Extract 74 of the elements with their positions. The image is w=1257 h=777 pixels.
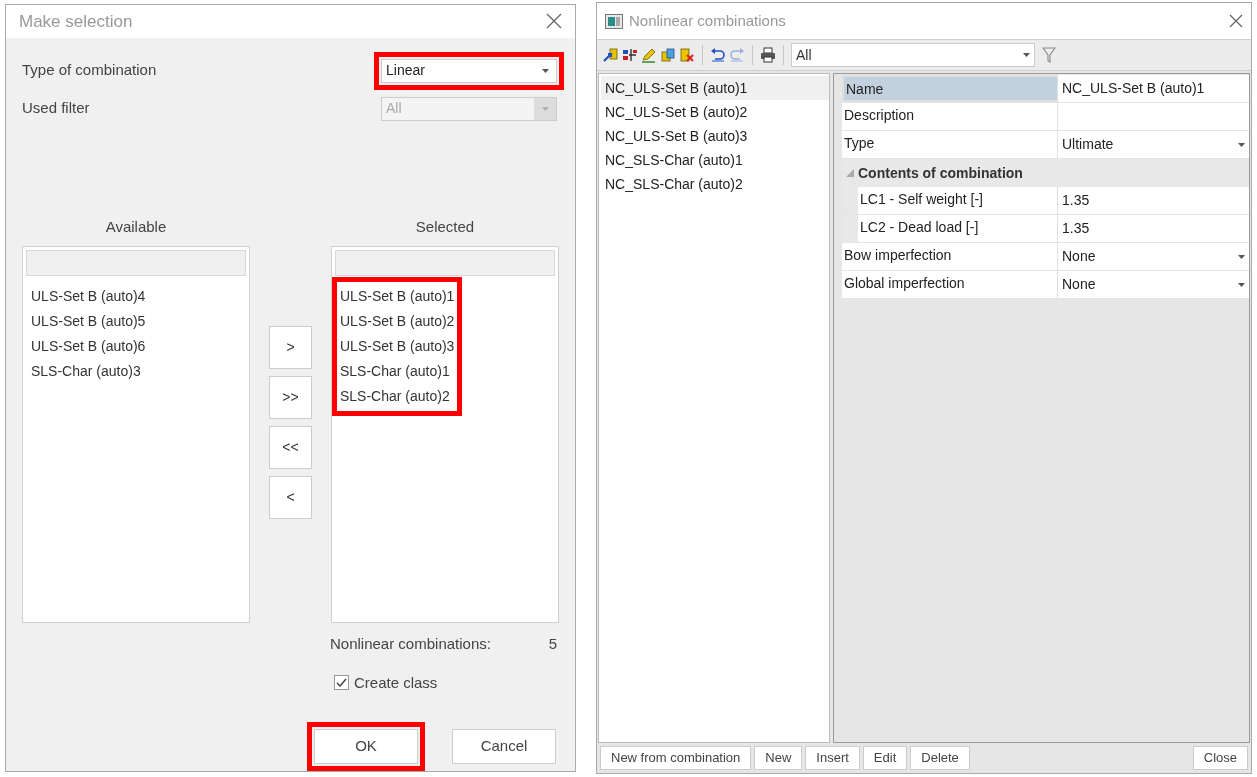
property-label[interactable]: Name	[842, 75, 1058, 102]
move-button[interactable]: >>	[269, 375, 312, 419]
value-text: Ultimate	[1062, 135, 1114, 154]
property-value[interactable]: None	[1058, 243, 1249, 270]
action-button[interactable]: New from combination	[600, 746, 752, 770]
list-heading: Selected	[414, 216, 476, 237]
field-label: Type of combination	[22, 60, 157, 81]
action-button[interactable]: Delete	[910, 746, 970, 770]
value-text: None	[1062, 275, 1096, 294]
property-label[interactable]: Global imperfection	[842, 271, 1058, 298]
dialog-button[interactable]: Cancel	[452, 729, 556, 764]
split-icon[interactable]	[622, 47, 638, 63]
move-button[interactable]: <	[269, 475, 312, 519]
move-button[interactable]: <<	[269, 425, 312, 469]
checkbox-label: Create class	[354, 672, 438, 693]
window-icon	[605, 13, 623, 29]
select-value: All	[796, 45, 812, 65]
count-value: 5	[548, 634, 557, 654]
property-label[interactable]: LC2 - Dead load [-]	[858, 215, 1058, 242]
copy-cards-icon[interactable]	[660, 47, 676, 63]
property-value[interactable]: 1.35	[1058, 215, 1249, 242]
action-button[interactable]: New	[754, 746, 803, 770]
arrow-card-icon[interactable]	[603, 47, 619, 63]
filter-icon[interactable]	[1042, 47, 1056, 63]
property-value[interactable]: 1.35	[1058, 187, 1249, 214]
list-item[interactable]: ULS-Set B (auto)6	[31, 334, 146, 359]
property-label[interactable]: Type	[842, 131, 1058, 158]
field-label: Used filter	[22, 98, 90, 119]
close-button[interactable]: Close	[1192, 746, 1248, 770]
value-text: 1.35	[1062, 191, 1090, 210]
value-text: NC_ULS-Set B (auto)1	[1062, 79, 1205, 98]
property-label[interactable]: Description	[842, 103, 1058, 130]
property-value[interactable]: NC_ULS-Set B (auto)1	[1058, 75, 1249, 102]
caret-icon	[1023, 53, 1030, 57]
caret-icon	[1238, 142, 1245, 147]
list-item[interactable]: ULS-Set B (auto)4	[31, 284, 146, 309]
select-value: Linear	[386, 61, 425, 80]
property-label[interactable]: Bow imperfection	[842, 243, 1058, 270]
property-value[interactable]: None	[1058, 271, 1249, 298]
move-button[interactable]: >	[269, 325, 312, 369]
count-label: Nonlinear combinations:	[330, 634, 491, 654]
delete-card-icon[interactable]	[679, 47, 695, 63]
action-button[interactable]: Edit	[862, 746, 908, 770]
checkbox[interactable]	[334, 675, 349, 691]
window-title: Make selection	[19, 10, 133, 33]
property-label[interactable]: LC1 - Self weight [-]	[858, 187, 1058, 214]
list-item[interactable]: SLS-Char (auto)2	[340, 384, 455, 409]
list-item[interactable]: ULS-Set B (auto)5	[31, 309, 146, 334]
list-item[interactable]: ULS-Set B (auto)1	[340, 284, 455, 309]
filter-select[interactable]: All	[791, 43, 1035, 67]
list-item[interactable]: NC_ULS-Set B (auto)1	[601, 76, 829, 100]
select-field[interactable]: Linear	[374, 51, 564, 90]
printer-icon[interactable]	[760, 47, 776, 63]
list-item[interactable]: SLS-Char (auto)1	[340, 359, 455, 384]
caret-icon	[1238, 254, 1245, 259]
list-item[interactable]: SLS-Char (auto)3	[31, 359, 146, 384]
dialog-button[interactable]: OK	[314, 729, 418, 764]
group-heading: Contents of combination	[858, 163, 1023, 183]
select-value: All	[386, 99, 402, 118]
value-text: None	[1062, 247, 1096, 266]
close-icon[interactable]	[1229, 14, 1243, 28]
list-item[interactable]: ULS-Set B (auto)3	[340, 334, 455, 359]
caret-icon	[541, 106, 549, 111]
list-heading: Available	[104, 216, 168, 237]
action-button[interactable]: Insert	[805, 746, 860, 770]
caret-icon	[541, 68, 549, 73]
pencil-icon[interactable]	[641, 47, 657, 63]
list-item[interactable]: ULS-Set B (auto)2	[340, 309, 455, 334]
undo-icon[interactable]	[710, 47, 726, 63]
close-icon[interactable]	[546, 13, 562, 30]
value-text: 1.35	[1062, 219, 1090, 238]
window-title: Nonlinear combinations	[629, 10, 786, 31]
property-value[interactable]: Ultimate	[1058, 131, 1249, 158]
caret-icon	[1238, 282, 1245, 287]
